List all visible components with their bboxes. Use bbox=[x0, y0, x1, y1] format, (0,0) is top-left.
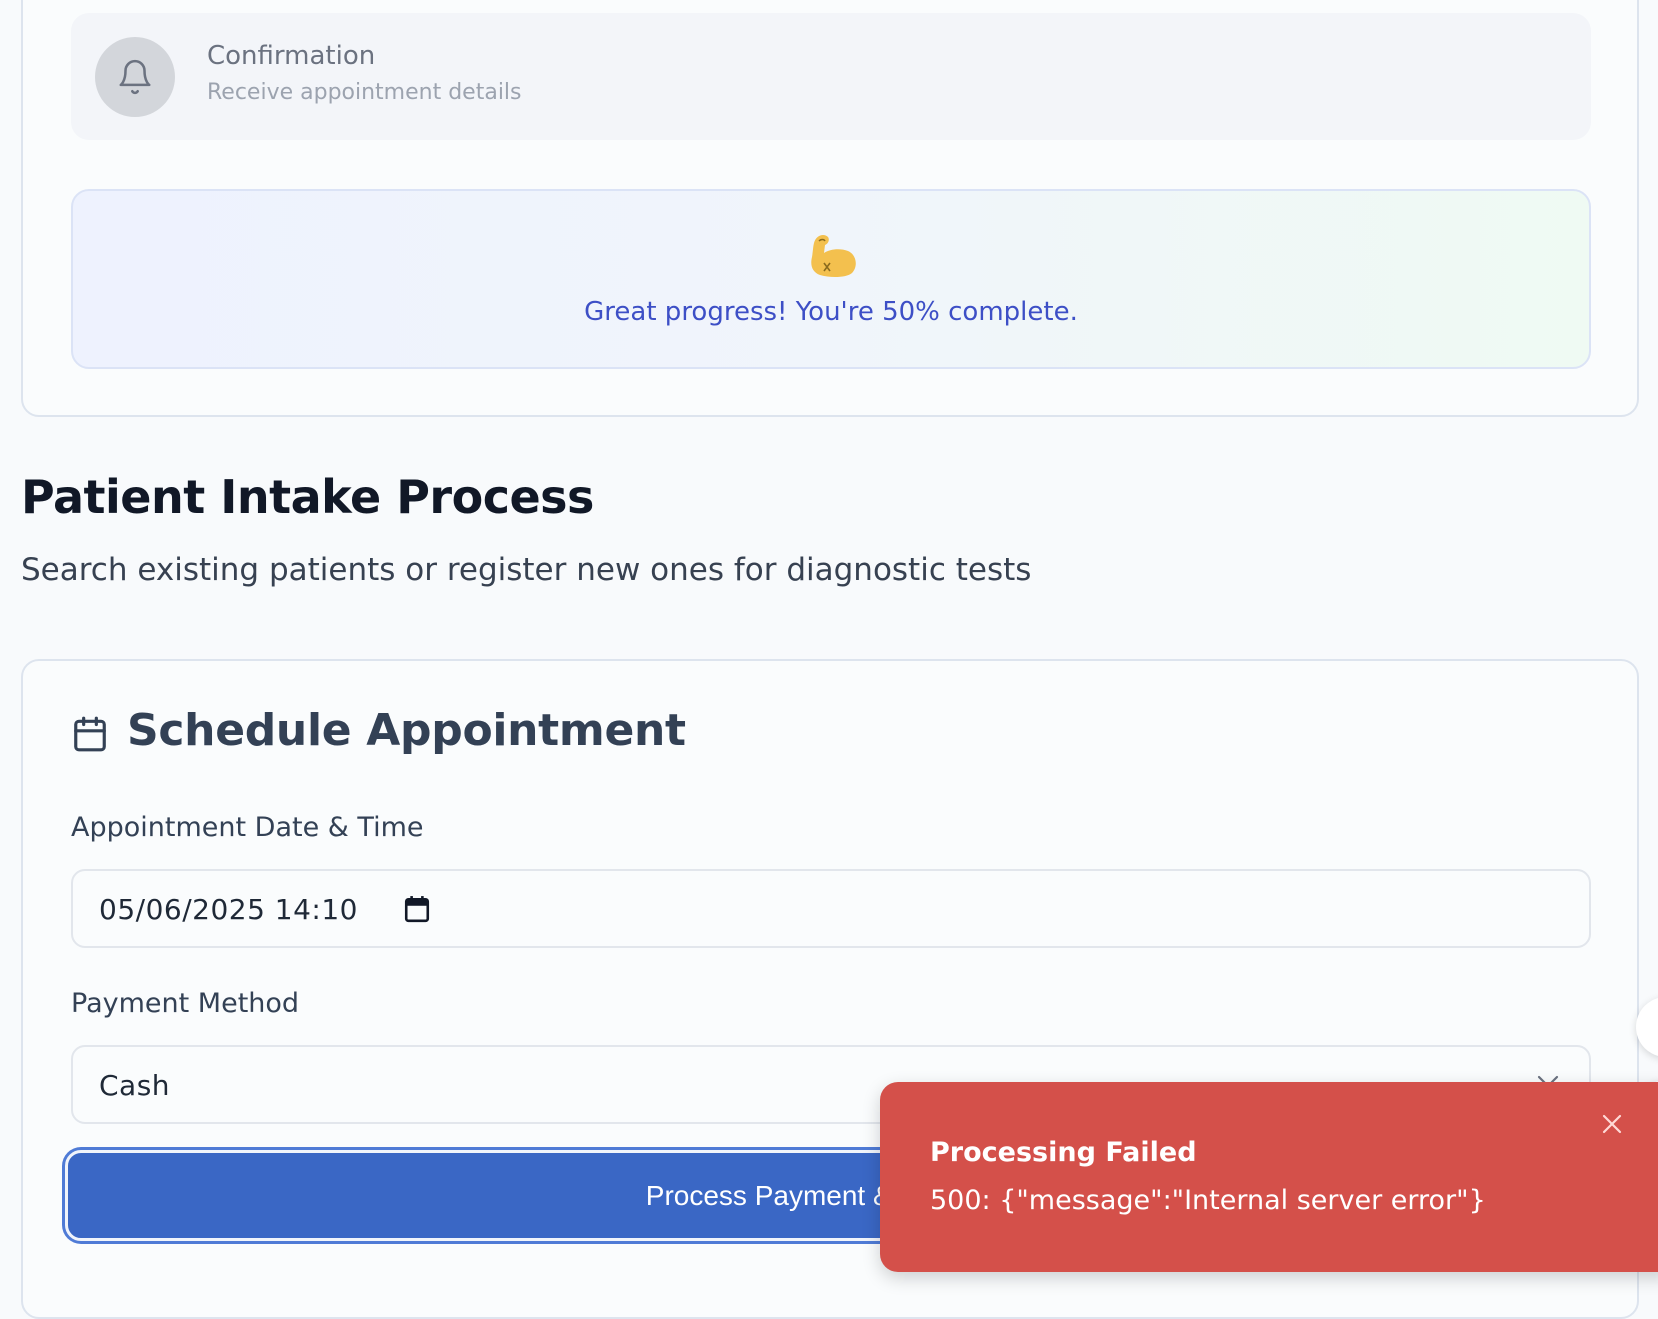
toast-message: 500: {"message":"Internal server error"} bbox=[930, 1185, 1486, 1216]
flexed-biceps-icon bbox=[808, 231, 860, 279]
toast-title: Processing Failed bbox=[930, 1137, 1197, 1168]
progress-banner: Great progress! You're 50% complete. bbox=[71, 189, 1591, 369]
error-toast: Processing Failed 500: {"message":"Inter… bbox=[880, 1082, 1658, 1272]
payment-label: Payment Method bbox=[71, 988, 300, 1019]
datetime-value: 05/06/2025 14:10 bbox=[99, 893, 358, 926]
step-subtitle: Receive appointment details bbox=[207, 80, 522, 105]
page-title: Patient Intake Process bbox=[21, 470, 594, 524]
datetime-label: Appointment Date & Time bbox=[71, 812, 424, 843]
payment-value: Cash bbox=[99, 1069, 171, 1102]
datetime-input[interactable]: 05/06/2025 14:10 bbox=[71, 869, 1591, 948]
step-confirmation: Confirmation Receive appointment details bbox=[71, 13, 1591, 140]
bell-icon bbox=[119, 59, 151, 95]
calendar-icon bbox=[74, 716, 106, 752]
calendar-picker-icon[interactable] bbox=[404, 895, 430, 923]
floating-menu-button[interactable]: ⋮ bbox=[1636, 997, 1658, 1057]
progress-message: Great progress! You're 50% complete. bbox=[584, 297, 1078, 327]
section-title: Schedule Appointment bbox=[127, 705, 686, 756]
page-subtitle: Search existing patients or register new… bbox=[21, 552, 1032, 588]
dots-icon: ⋮ bbox=[1650, 1011, 1658, 1036]
step-title: Confirmation bbox=[207, 41, 376, 71]
step-icon-circle bbox=[95, 37, 175, 117]
close-icon[interactable] bbox=[1600, 1112, 1624, 1136]
